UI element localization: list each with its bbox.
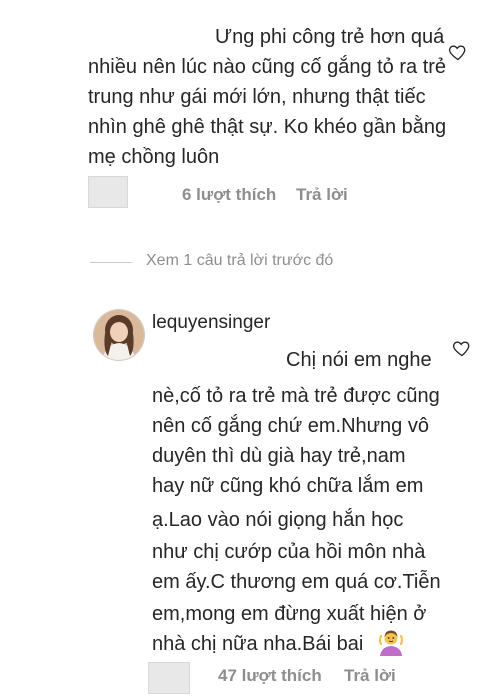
person-shrugging-emoji-icon — [378, 630, 404, 656]
comment-2-line-4: duyên thì dù già hay trẻ,nam — [152, 445, 406, 467]
heart-icon[interactable] — [448, 42, 468, 62]
comment-2-line-1: Chị nói em nghe — [286, 349, 432, 371]
reply-button-1[interactable]: Trả lời — [296, 185, 348, 205]
comment-2-username[interactable]: lequyensinger — [152, 312, 270, 334]
comment-1-line-2: nhiều nên lúc nào cũng cố gắng tỏ ra trẻ — [88, 56, 447, 78]
reply-button-2[interactable]: Trả lời — [344, 666, 396, 686]
hidden-avatar-placeholder — [88, 176, 128, 208]
hidden-avatar-placeholder — [148, 662, 190, 694]
view-replies-divider — [90, 262, 132, 263]
like-count-1[interactable]: 6 lượt thích — [182, 185, 276, 205]
like-count-2[interactable]: 47 lượt thích — [218, 666, 322, 686]
comment-2-line-9: em,mong em đừng xuất hiện ở — [152, 603, 427, 625]
comment-2-line-8: em ấy.C thương em quá cơ.Tiễn — [152, 571, 441, 593]
comment-2-line-7: như chị cướp của hồi môn nhà — [152, 541, 426, 563]
heart-icon[interactable] — [452, 338, 472, 358]
avatar[interactable] — [94, 310, 144, 360]
comment-2-line-5: hay nữ cũng khó chữa lắm em — [152, 475, 424, 497]
comment-1-line-4: nhìn ghê ghê thật sự. Ko khéo gần bằng — [88, 116, 447, 138]
comment-2-line-6: ạ.Lao vào nói giọng hắn học — [152, 509, 404, 531]
comment-1-line-3: trung như gái mới lớn, nhưng thật tiếc — [88, 86, 426, 108]
comment-1-line-5: mẹ chồng luôn — [88, 146, 220, 168]
comment-2-line-3: nên cố gắng chứ em.Nhưng vô — [152, 415, 429, 437]
comment-2-line-2: nè,cố tỏ ra trẻ mà trẻ được cũng — [152, 385, 440, 407]
comment-2-line-10: nhà chị nữa nha.Bái bai — [152, 633, 364, 655]
view-previous-replies[interactable]: Xem 1 câu trả lời trước đó — [146, 252, 333, 270]
comment-1-line-1: Ưng phi công trẻ hơn quá — [215, 26, 445, 48]
